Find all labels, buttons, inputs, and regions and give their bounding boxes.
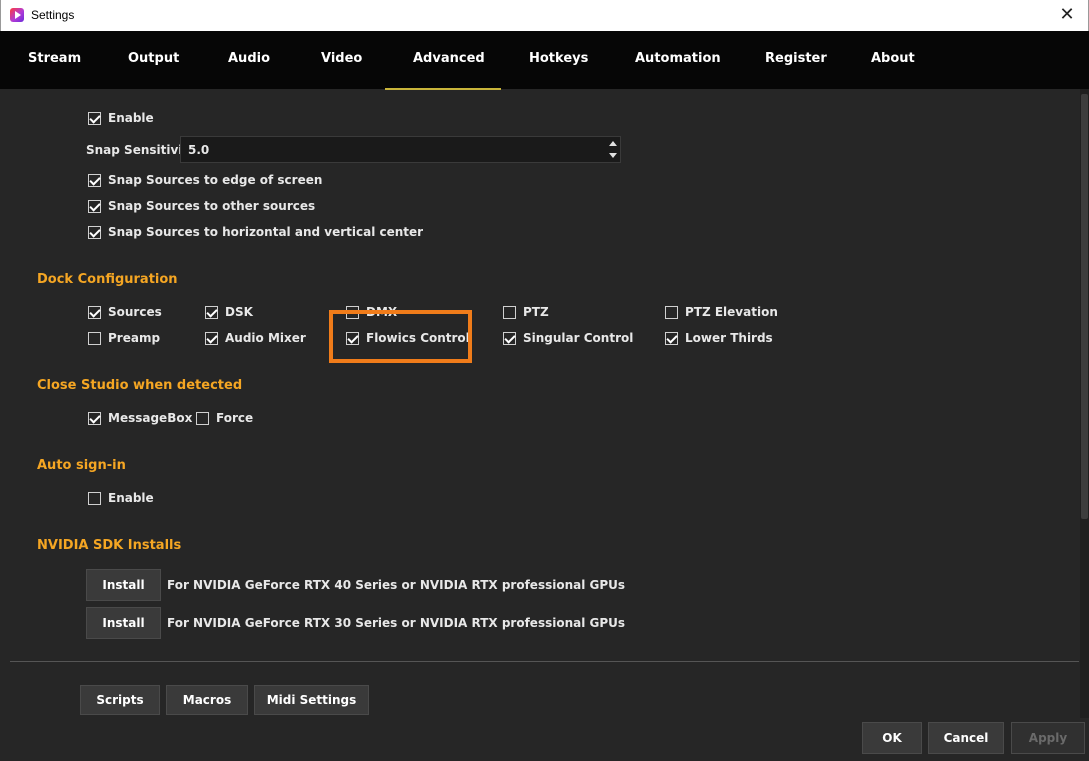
dock-lower-thirds-checkbox[interactable]: Lower Thirds [665, 330, 773, 346]
tab-stream[interactable]: Stream [28, 51, 81, 66]
checkbox-icon [503, 331, 516, 345]
checkbox-icon [88, 225, 101, 239]
dock-dsk-checkbox[interactable]: DSK [205, 304, 253, 320]
dock-audio-mixer-checkbox[interactable]: Audio Mixer [205, 330, 306, 346]
snap-other-sources-checkbox[interactable]: Snap Sources to other sources [88, 198, 315, 214]
install-rtx40-description: For NVIDIA GeForce RTX 40 Series or NVID… [167, 578, 626, 592]
tab-about[interactable]: About [871, 51, 915, 66]
checkbox-icon [503, 305, 516, 319]
spin-down-icon[interactable] [609, 153, 617, 158]
checkbox-icon [665, 331, 678, 345]
snap-center-label: Snap Sources to horizontal and vertical … [108, 225, 424, 239]
close-studio-messagebox-label: MessageBox [108, 411, 193, 425]
snap-center-checkbox[interactable]: Snap Sources to horizontal and vertical … [88, 224, 423, 240]
auto-signin-enable-checkbox[interactable]: Enable [88, 490, 154, 506]
snap-enable-label: Enable [108, 111, 154, 125]
checkbox-icon [205, 331, 218, 345]
title-bar: Settings ✕ [0, 0, 1089, 31]
checkbox-icon [88, 199, 101, 213]
tab-automation[interactable]: Automation [635, 51, 721, 66]
dock-singular-control-label: Singular Control [523, 331, 634, 345]
scripts-button[interactable]: Scripts [80, 685, 160, 715]
scrollbar-thumb[interactable] [1081, 94, 1088, 519]
snap-edge-label: Snap Sources to edge of screen [108, 173, 323, 187]
dock-ptz-elevation-checkbox[interactable]: PTZ Elevation [665, 304, 778, 320]
checkbox-icon [88, 305, 101, 319]
checkbox-icon [88, 173, 101, 187]
dock-preamp-checkbox[interactable]: Preamp [88, 330, 160, 346]
active-tab-indicator [385, 88, 501, 90]
spin-up-icon[interactable] [609, 141, 617, 146]
tab-bar: Stream Output Audio Video Advanced Hotke… [0, 31, 1089, 89]
checkbox-icon [88, 331, 101, 345]
dock-preamp-label: Preamp [108, 331, 161, 345]
close-studio-messagebox-checkbox[interactable]: MessageBox [88, 410, 192, 426]
tab-register[interactable]: Register [765, 51, 827, 66]
close-studio-title: Close Studio when detected [37, 378, 243, 393]
dock-ptz-elevation-label: PTZ Elevation [685, 305, 778, 319]
divider [10, 661, 1079, 662]
checkbox-icon [665, 305, 678, 319]
cancel-button[interactable]: Cancel [928, 722, 1004, 754]
tab-advanced[interactable]: Advanced [413, 51, 485, 66]
window-title: Settings [31, 8, 75, 22]
close-studio-force-label: Force [216, 411, 254, 425]
dock-dsk-label: DSK [225, 305, 253, 319]
checkbox-icon [88, 111, 101, 125]
auto-signin-title: Auto sign-in [37, 458, 126, 473]
snap-other-sources-label: Snap Sources to other sources [108, 199, 316, 213]
install-rtx40-button[interactable]: Install [86, 569, 161, 601]
tab-video[interactable]: Video [321, 51, 362, 66]
macros-button[interactable]: Macros [166, 685, 248, 715]
checkbox-icon [88, 411, 101, 425]
checkbox-icon [196, 411, 209, 425]
snap-edge-checkbox[interactable]: Snap Sources to edge of screen [88, 172, 322, 188]
checkbox-icon [205, 305, 218, 319]
midi-settings-button[interactable]: Midi Settings [254, 685, 369, 715]
dock-sources-checkbox[interactable]: Sources [88, 304, 162, 320]
dock-sources-label: Sources [108, 305, 162, 319]
snap-enable-checkbox[interactable]: Enable [88, 110, 154, 126]
dock-ptz-checkbox[interactable]: PTZ [503, 304, 549, 320]
dock-ptz-label: PTZ [523, 305, 549, 319]
checkbox-icon [88, 491, 101, 505]
dock-lower-thirds-label: Lower Thirds [685, 331, 773, 345]
install-rtx30-button[interactable]: Install [86, 607, 161, 639]
close-studio-force-checkbox[interactable]: Force [196, 410, 253, 426]
dock-audio-mixer-label: Audio Mixer [225, 331, 306, 345]
snap-sensitivity-value[interactable]: 5.0 [188, 143, 209, 157]
ok-button[interactable]: OK [862, 722, 922, 754]
app-logo-icon [10, 8, 24, 22]
tab-hotkeys[interactable]: Hotkeys [529, 51, 588, 66]
apply-button[interactable]: Apply [1011, 722, 1085, 754]
highlight-box [329, 310, 472, 363]
tab-output[interactable]: Output [128, 51, 179, 66]
dock-singular-control-checkbox[interactable]: Singular Control [503, 330, 633, 346]
nvidia-sdk-title: NVIDIA SDK Installs [37, 538, 182, 553]
snap-sensitivity-spinbox[interactable]: 5.0 [180, 136, 621, 163]
close-icon[interactable]: ✕ [1056, 4, 1078, 26]
dock-configuration-title: Dock Configuration [37, 272, 178, 287]
auto-signin-enable-label: Enable [108, 491, 154, 505]
install-rtx30-description: For NVIDIA GeForce RTX 30 Series or NVID… [167, 616, 626, 630]
tab-audio[interactable]: Audio [228, 51, 270, 66]
